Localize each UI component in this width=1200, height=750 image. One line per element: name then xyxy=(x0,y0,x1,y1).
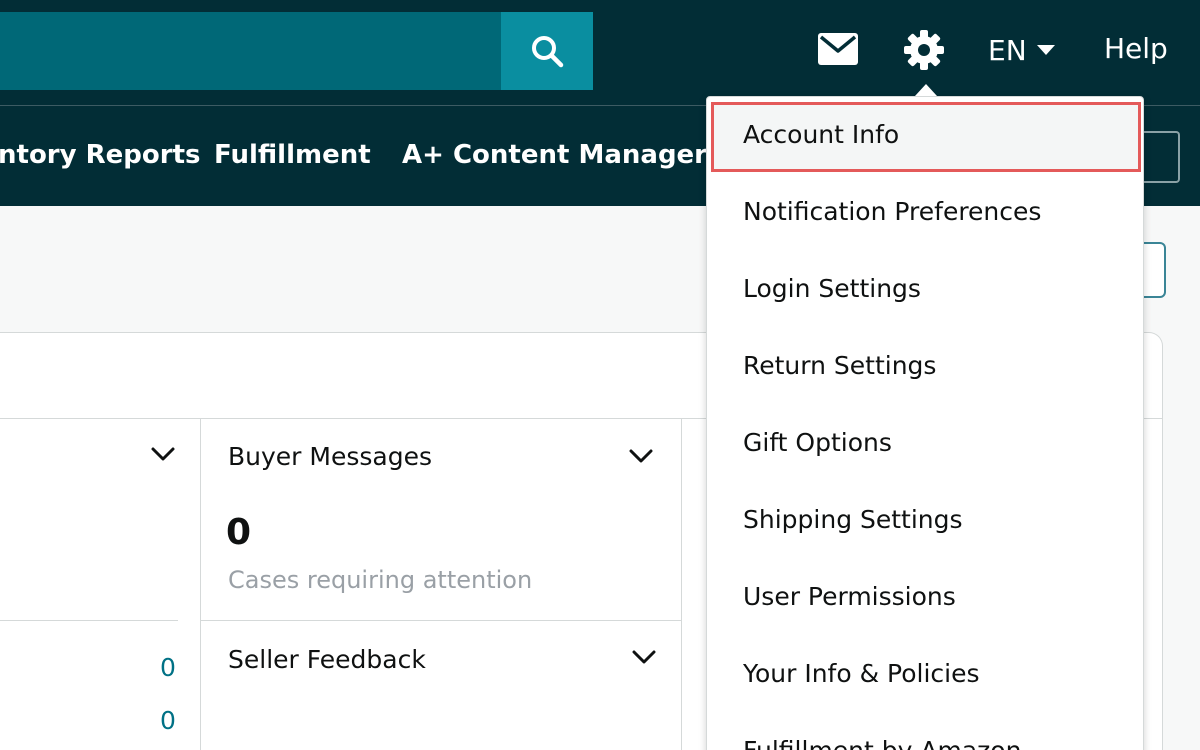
card-title-buyer-messages: Buyer Messages xyxy=(228,442,432,471)
search-input[interactable] xyxy=(0,12,501,90)
mail-icon[interactable] xyxy=(818,33,858,65)
search-icon xyxy=(532,36,564,68)
menu-item-fulfillment-by-amazon[interactable]: Fulfillment by Amazon xyxy=(743,736,1021,750)
buyer-messages-count[interactable]: 0 xyxy=(226,512,251,553)
divider xyxy=(0,620,178,621)
divider xyxy=(201,620,681,621)
menu-item-return-settings[interactable]: Return Settings xyxy=(743,351,936,380)
search-button[interactable] xyxy=(501,12,593,90)
nav-item-a-plus-content[interactable]: A+ Content Manager xyxy=(402,140,707,170)
metric-value-link[interactable]: 0 xyxy=(160,653,176,682)
chevron-down-icon[interactable] xyxy=(150,446,176,462)
chevron-down-icon[interactable] xyxy=(631,649,657,665)
language-label: EN xyxy=(988,33,1027,67)
gear-icon[interactable] xyxy=(903,29,945,71)
menu-item-gift-options[interactable]: Gift Options xyxy=(743,428,892,457)
caret-down-icon xyxy=(1036,45,1055,55)
language-selector[interactable]: EN xyxy=(988,32,1055,68)
menu-item-notification-preferences[interactable]: Notification Preferences xyxy=(743,197,1041,226)
metric-value-link[interactable]: 0 xyxy=(160,706,176,735)
settings-dropdown-menu: Account Info Notification Preferences Lo… xyxy=(706,96,1144,750)
buyer-messages-subtitle: Cases requiring attention xyxy=(228,566,533,594)
menu-item-your-info-policies[interactable]: Your Info & Policies xyxy=(743,659,980,688)
menu-item-user-permissions[interactable]: User Permissions xyxy=(743,582,956,611)
menu-item-account-info[interactable]: Account Info xyxy=(743,120,899,149)
divider xyxy=(200,418,201,750)
menu-item-login-settings[interactable]: Login Settings xyxy=(743,274,921,303)
help-link[interactable]: Help xyxy=(1104,32,1168,65)
menu-item-shipping-settings[interactable]: Shipping Settings xyxy=(743,505,963,534)
divider xyxy=(681,418,682,750)
chevron-down-icon[interactable] xyxy=(628,448,654,464)
nav-item-fulfillment[interactable]: Fulfillment xyxy=(214,140,371,170)
nav-item-inventory-reports[interactable]: ntory Reports xyxy=(0,140,200,170)
card-title-seller-feedback: Seller Feedback xyxy=(228,645,426,674)
dropdown-caret xyxy=(915,84,937,96)
